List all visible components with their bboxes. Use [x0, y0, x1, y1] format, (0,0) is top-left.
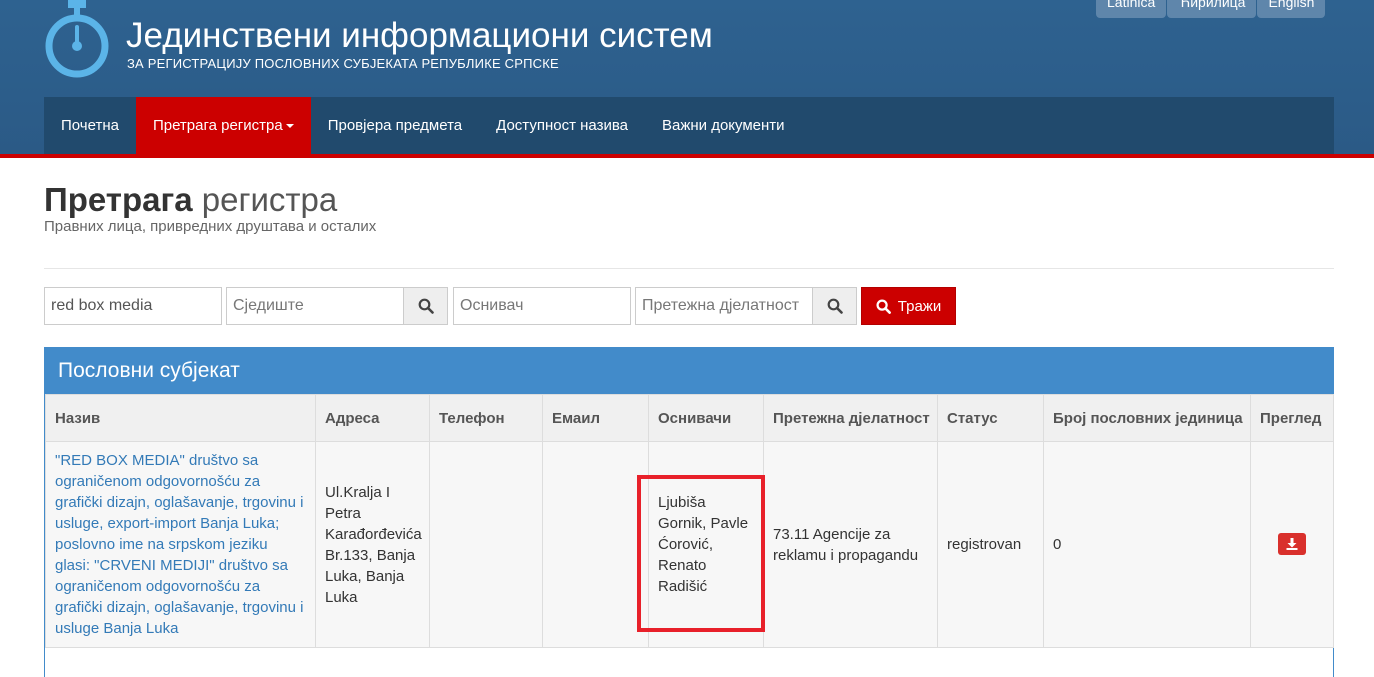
- cell-view: [1250, 441, 1334, 648]
- page-subtitle: Правних лица, привредних друштава и оста…: [44, 218, 377, 235]
- seat-search-button[interactable]: [403, 287, 448, 325]
- lang-english-button[interactable]: English: [1257, 0, 1326, 18]
- table-row: "RED BOX MEDIA" društvo sa ograničenom o…: [45, 441, 1334, 648]
- main-navbar: Почетна Претрага регистра Провјера предм…: [44, 97, 1334, 154]
- nav-important-documents[interactable]: Важни документи: [645, 97, 802, 154]
- panel-title: Пословни субјекат: [45, 348, 1333, 394]
- table-header-row: Назив Адреса Телефон Емаил Оснивачи Прет…: [45, 394, 1334, 442]
- caret-down-icon: [285, 124, 294, 129]
- search-icon: [827, 298, 843, 314]
- col-header-phone[interactable]: Телефон: [429, 394, 543, 442]
- col-header-address[interactable]: Адреса: [315, 394, 430, 442]
- nav-name-availability[interactable]: Доступност назива: [479, 97, 645, 154]
- nav-home[interactable]: Почетна: [44, 97, 136, 154]
- download-pdf-button[interactable]: [1278, 532, 1306, 555]
- col-header-activity[interactable]: Претежна дјелатност: [763, 394, 938, 442]
- divider: [44, 268, 1334, 269]
- activity-search-button[interactable]: [812, 287, 857, 325]
- cell-activity: 73.11 Agencije za reklamu i propagandu: [763, 441, 938, 648]
- col-header-email[interactable]: Емаил: [542, 394, 649, 442]
- download-icon: [1286, 537, 1298, 550]
- stopwatch-logo-icon: [45, 0, 109, 78]
- search-icon: [876, 298, 891, 314]
- col-header-founders[interactable]: Оснивачи: [648, 394, 764, 442]
- results-table: Назив Адреса Телефон Емаил Оснивачи Прет…: [45, 394, 1334, 648]
- page-title-light: регистра: [201, 181, 338, 218]
- col-header-view[interactable]: Преглед: [1250, 394, 1334, 442]
- activity-input[interactable]: Претежна дјелатност: [635, 287, 813, 325]
- app-title: Јединствени информациони систем: [126, 16, 713, 55]
- founder-input[interactable]: Оснивач: [453, 287, 631, 325]
- nav-register-search-label: Претрага регистра: [152, 117, 283, 134]
- company-name-link[interactable]: "RED BOX MEDIA" društvo sa ograničenom o…: [55, 452, 303, 637]
- results-panel: Пословни субјекат Назив Адреса Телефон Е…: [44, 347, 1334, 677]
- cell-units: 0: [1043, 441, 1251, 648]
- nav-register-search[interactable]: Претрага регистра: [135, 97, 311, 154]
- search-submit-button[interactable]: Тражи: [861, 287, 956, 325]
- app-subtitle: ЗА РЕГИСТРАЦИЈУ ПОСЛОВНИХ СУБЈЕКАТА РЕПУ…: [127, 56, 559, 71]
- page-title: Претрага регистра: [44, 180, 337, 220]
- cell-email: [542, 441, 649, 648]
- nav-case-check[interactable]: Провјера предмета: [311, 97, 479, 154]
- col-header-status[interactable]: Статус: [937, 394, 1044, 442]
- seat-input[interactable]: Сједиште: [226, 287, 404, 325]
- cell-address: Ul.Kralja I Petra Karađorđevića Br.133, …: [315, 441, 430, 648]
- company-name-input[interactable]: red box media: [44, 287, 222, 325]
- col-header-units[interactable]: Број пословних јединица: [1043, 394, 1251, 442]
- lang-cyrillic-button[interactable]: Ћирилица: [1167, 0, 1257, 18]
- page-title-strong: Претрага: [44, 181, 193, 218]
- cell-name: "RED BOX MEDIA" društvo sa ograničenom o…: [45, 441, 316, 648]
- language-switcher: Latinica Ћирилица English: [1096, 0, 1326, 18]
- lang-latin-button[interactable]: Latinica: [1096, 0, 1167, 18]
- cell-status: registrovan: [937, 441, 1044, 648]
- cell-phone: [429, 441, 543, 648]
- search-submit-label: Тражи: [897, 297, 942, 315]
- cell-founders: Ljubiša Gornik, Pavle Ćorović, Renato Ra…: [648, 441, 764, 648]
- search-icon: [418, 298, 434, 314]
- col-header-name[interactable]: Назив: [45, 394, 316, 442]
